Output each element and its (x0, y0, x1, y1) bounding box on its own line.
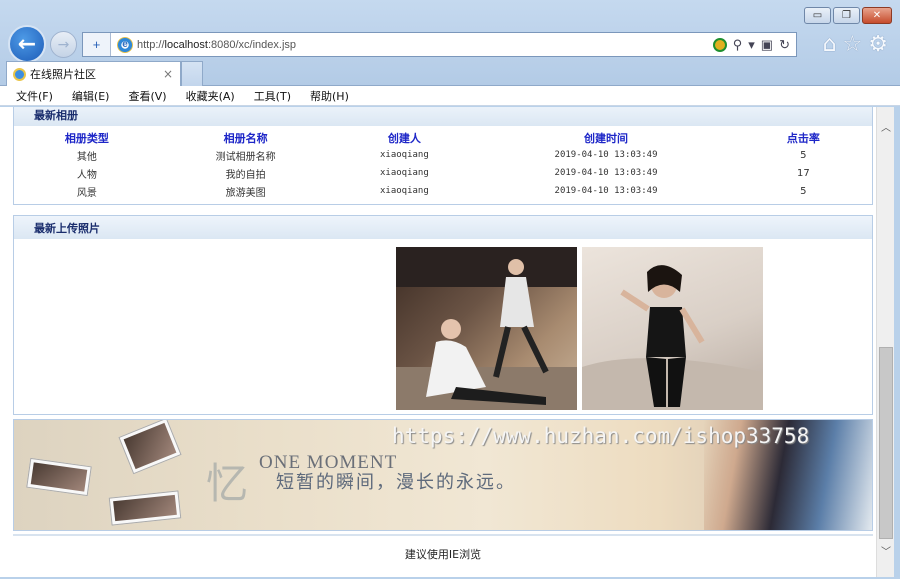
album-type: 风景 (76, 187, 97, 199)
latest-photos-title: 最新上传照片 (14, 216, 872, 239)
table-row[interactable]: 其他 测试相册名称 xiaoqiang 2019-04-10 13:03:49 … (14, 146, 872, 164)
minimize-button[interactable]: ▭ (804, 7, 831, 24)
banner-chinese-slogan: 短暂的瞬间，漫长的永远。 (276, 472, 516, 493)
window-controls: ▭ ❐ ✕ (804, 7, 892, 24)
menu-help[interactable]: 帮助(H) (300, 88, 358, 104)
window-titlebar: ▭ ❐ ✕ ← → + e http://localhost:8080/xc/i… (0, 0, 900, 86)
album-creator: xiaoqiang (379, 150, 429, 160)
album-clicks: 17 (796, 167, 810, 179)
menu-favorites[interactable]: 收藏夹(A) (176, 88, 244, 104)
dropdown-arrow-icon[interactable]: ▾ (748, 37, 755, 53)
album-name[interactable]: 我的自拍 (160, 164, 332, 182)
column-header: 点击率 (786, 131, 820, 145)
footer-divider (13, 534, 873, 536)
column-header: 相册名称 (223, 131, 268, 145)
album-created-time: 2019-04-10 13:03:49 (554, 168, 658, 178)
column-header: 相册类型 (64, 131, 109, 145)
menu-edit[interactable]: 编辑(E) (62, 88, 119, 104)
photo-thumbnail-dancers[interactable] (396, 247, 577, 410)
tab-close-icon[interactable]: × (163, 67, 173, 81)
footer-note: 建议使用IE浏览 (404, 548, 482, 561)
album-clicks: 5 (800, 185, 807, 197)
security-shield-icon[interactable] (712, 37, 727, 52)
page-viewport: 最新相册 相册类型 相册名称 创建人 创建时间 点击率 其他 测试相册名称 xi… (0, 107, 876, 577)
menu-bar: 文件(F) 编辑(E) 查看(V) 收藏夹(A) 工具(T) 帮助(H) (0, 86, 900, 106)
address-url[interactable]: http://localhost:8080/xc/index.jsp (137, 39, 713, 51)
banner-photo-frame (26, 457, 92, 497)
toolbar-icons: ⌂ ☆ ⚙ (823, 32, 888, 57)
album-type: 其他 (76, 151, 97, 163)
favorites-star-icon[interactable]: ☆ (843, 32, 863, 57)
close-button[interactable]: ✕ (862, 7, 892, 24)
tab-title: 在线照片社区 (30, 68, 96, 81)
tab-favicon-icon (13, 67, 26, 81)
album-name[interactable]: 旅游美图 (160, 182, 332, 200)
table-row[interactable]: 人物 我的自拍 xiaoqiang 2019-04-10 13:03:49 17 (14, 164, 872, 182)
back-button[interactable]: ← (8, 25, 46, 63)
menu-tools[interactable]: 工具(T) (244, 88, 300, 104)
url-host: localhost (164, 38, 208, 51)
scroll-up-arrow-icon[interactable]: ︿ (877, 117, 895, 135)
address-tools: ⚲ ▾ ▣ ↻ (712, 37, 796, 53)
watermark-text: https://www.huzhan.com/ishop33758 (392, 424, 810, 448)
promo-banner[interactable]: 忆 ONE MOMENT 短暂的瞬间，漫长的永远。 https://www.hu… (13, 419, 873, 531)
menu-file[interactable]: 文件(F) (6, 88, 62, 104)
window-frame-right (894, 107, 900, 579)
albums-table-header: 相册类型 相册名称 创建人 创建时间 点击率 (14, 129, 872, 146)
album-clicks: 5 (800, 149, 807, 161)
forward-button[interactable]: → (50, 31, 77, 58)
banner-photo-frame (118, 420, 182, 475)
latest-albums-panel: 最新相册 相册类型 相册名称 创建人 创建时间 点击率 其他 测试相册名称 xi… (13, 107, 873, 205)
url-path: :8080/xc/index.jsp (207, 38, 297, 51)
menu-view[interactable]: 查看(V) (118, 88, 175, 104)
banner-char: 忆 (206, 459, 249, 508)
compatibility-view-icon[interactable]: + (83, 33, 111, 56)
restore-button[interactable]: ❐ (833, 7, 860, 24)
scroll-down-arrow-icon[interactable]: ﹀ (877, 541, 895, 559)
album-created-time: 2019-04-10 13:03:49 (554, 150, 658, 160)
latest-photos-panel: 最新上传照片 (13, 215, 873, 415)
photo-thumbnail-portrait[interactable] (582, 247, 763, 410)
banner-photo-frame (108, 490, 182, 526)
latest-albums-title: 最新相册 (14, 107, 872, 126)
home-icon[interactable]: ⌂ (823, 32, 837, 57)
albums-table: 相册类型 相册名称 创建人 创建时间 点击率 其他 测试相册名称 xiaoqia… (14, 129, 872, 200)
vertical-scrollbar[interactable]: ︿ ﹀ (876, 107, 894, 577)
album-creator: xiaoqiang (379, 168, 429, 178)
new-tab-button[interactable] (181, 61, 203, 86)
album-created-time: 2019-04-10 13:03:49 (554, 186, 658, 196)
album-type: 人物 (76, 169, 97, 181)
site-icon: e (117, 36, 133, 53)
table-row[interactable]: 风景 旅游美图 xiaoqiang 2019-04-10 13:03:49 5 (14, 182, 872, 200)
address-bar[interactable]: + e http://localhost:8080/xc/index.jsp ⚲… (82, 32, 797, 57)
scrollbar-thumb[interactable] (879, 347, 893, 539)
column-header: 创建时间 (584, 131, 628, 145)
refresh-icon[interactable]: ↻ (779, 37, 790, 53)
browser-tab[interactable]: 在线照片社区 × (6, 61, 181, 86)
album-creator: xiaoqiang (379, 186, 429, 196)
column-header: 创建人 (387, 131, 421, 145)
settings-gear-icon[interactable]: ⚙ (868, 32, 888, 57)
search-icon[interactable]: ⚲ (733, 37, 743, 53)
compat-page-icon[interactable]: ▣ (761, 37, 773, 53)
url-prefix: http:// (137, 38, 165, 51)
album-name[interactable]: 测试相册名称 (160, 146, 332, 164)
